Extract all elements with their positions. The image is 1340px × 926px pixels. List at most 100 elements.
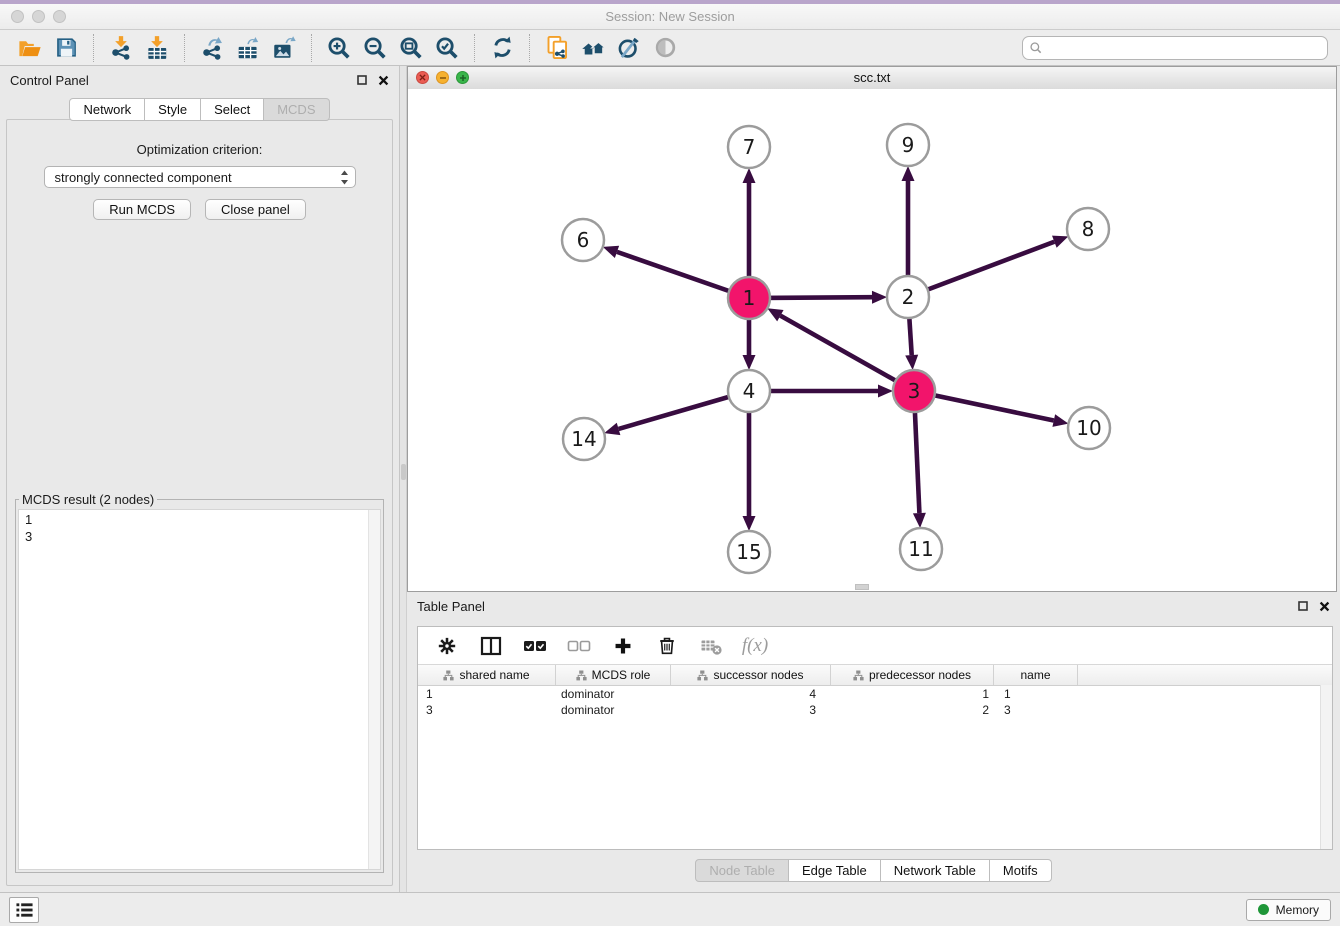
table-cell[interactable]: 1 [831, 687, 994, 701]
network-window-title: scc.txt [408, 70, 1336, 85]
canvas-resize-handle[interactable] [855, 584, 869, 590]
function-builder-icon[interactable]: f(x) [738, 631, 772, 661]
search-input[interactable] [1047, 39, 1321, 56]
tab-motifs[interactable]: Motifs [990, 859, 1052, 882]
result-scrollbar[interactable] [368, 510, 380, 869]
table-panel-header: Table Panel [407, 592, 1340, 620]
export-image-icon[interactable] [266, 32, 302, 64]
deselect-all-columns-icon[interactable] [562, 631, 596, 661]
float-table-panel-icon[interactable] [1298, 601, 1308, 611]
tab-select[interactable]: Select [201, 98, 264, 121]
table-cell[interactable]: 3 [418, 703, 556, 717]
select-all-columns-icon[interactable] [518, 631, 552, 661]
column-header-label: shared name [459, 668, 529, 682]
column-header-name[interactable]: name [994, 665, 1078, 685]
network-window-titlebar[interactable]: scc.txt [408, 67, 1336, 90]
table-cell[interactable]: dominator [556, 703, 671, 717]
graph-node-label-4: 4 [743, 379, 756, 403]
dropdown-chevrons-icon [340, 170, 349, 185]
table-cell[interactable]: 1 [418, 687, 556, 701]
table-cell[interactable]: 4 [671, 687, 831, 701]
tab-edge-table[interactable]: Edge Table [789, 859, 881, 882]
column-header-mcds-role[interactable]: MCDS role [556, 665, 671, 685]
column-header-predecessor-nodes[interactable]: predecessor nodes [831, 665, 994, 685]
search-field[interactable] [1022, 36, 1328, 60]
run-mcds-button[interactable]: Run MCDS [93, 199, 191, 220]
float-panel-icon[interactable] [357, 75, 367, 85]
import-network-icon[interactable] [103, 32, 139, 64]
add-column-icon[interactable] [606, 631, 640, 661]
column-tree-icon [443, 670, 454, 681]
split-table-view-icon[interactable] [474, 631, 508, 661]
zoom-out-icon[interactable] [357, 32, 393, 64]
column-header-label: name [1020, 668, 1050, 682]
tab-network-table[interactable]: Network Table [881, 859, 990, 882]
tab-mcds[interactable]: MCDS [264, 98, 329, 121]
column-tree-icon [576, 670, 587, 681]
open-session-icon[interactable] [12, 32, 48, 64]
status-bar: Memory [0, 892, 1340, 926]
column-header-label: successor nodes [713, 668, 803, 682]
close-table-panel-icon[interactable] [1319, 601, 1330, 612]
table-rows: 1dominator4113dominator323 [418, 686, 1332, 718]
table-cell[interactable]: 3 [994, 703, 1078, 717]
task-history-button[interactable] [9, 897, 39, 923]
graph-node-label-6: 6 [577, 228, 590, 252]
toolbar-separator [311, 34, 312, 62]
column-tree-icon [697, 670, 708, 681]
panel-divider[interactable] [400, 66, 407, 892]
tab-node-table[interactable]: Node Table [695, 859, 789, 882]
table-row[interactable]: 3dominator323 [418, 702, 1332, 718]
graph-node-label-14: 14 [571, 427, 596, 451]
table-settings-icon[interactable] [430, 631, 464, 661]
table-cell[interactable]: 2 [831, 703, 994, 717]
panel-divider-handle[interactable] [401, 464, 406, 480]
graph-edge-3-1[interactable] [780, 316, 914, 391]
zoom-selected-icon[interactable] [429, 32, 465, 64]
apply-layout-icon[interactable] [484, 32, 520, 64]
table-scrollbar[interactable] [1320, 685, 1332, 849]
table-toolbar: f(x) [418, 627, 1332, 664]
column-header-label: predecessor nodes [869, 668, 971, 682]
criterion-dropdown-value: strongly connected component [55, 170, 340, 185]
network-graph: 7968124314101511 [408, 89, 1336, 591]
column-header-label: MCDS role [592, 668, 651, 682]
table-cell[interactable]: dominator [556, 687, 671, 701]
table-row[interactable]: 1dominator411 [418, 686, 1332, 702]
column-tree-icon [853, 670, 864, 681]
network-canvas[interactable]: 7968124314101511 [408, 89, 1336, 591]
close-panel-button[interactable]: Close panel [205, 199, 306, 220]
table-column-headers: shared name MCDS role successor nodes prede… [418, 664, 1332, 686]
app-titlebar: Session: New Session [0, 4, 1340, 30]
close-panel-icon[interactable] [378, 75, 389, 86]
table-cell[interactable]: 1 [994, 687, 1078, 701]
mcds-result-box: MCDS result (2 nodes) 1 3 [15, 492, 384, 873]
graph-node-label-15: 15 [736, 540, 761, 564]
birds-eye-view-icon[interactable] [647, 32, 683, 64]
delete-table-icon[interactable] [694, 631, 728, 661]
new-network-from-selection-icon[interactable] [539, 32, 575, 64]
import-table-icon[interactable] [139, 32, 175, 64]
memory-button[interactable]: Memory [1246, 899, 1331, 921]
graph-edge-2-8[interactable] [908, 242, 1054, 297]
delete-column-icon[interactable] [650, 631, 684, 661]
criterion-dropdown[interactable]: strongly connected component [44, 166, 356, 188]
graph-node-label-2: 2 [902, 285, 915, 309]
optimization-criterion-label: Optimization criterion: [7, 142, 392, 157]
save-session-icon[interactable] [48, 32, 84, 64]
network-overview-icon[interactable] [575, 32, 611, 64]
mcds-result-title: MCDS result (2 nodes) [19, 492, 157, 507]
graphics-details-icon[interactable] [611, 32, 647, 64]
tab-network[interactable]: Network [69, 98, 145, 121]
zoom-fit-icon[interactable] [393, 32, 429, 64]
export-table-icon[interactable] [230, 32, 266, 64]
export-network-icon[interactable] [194, 32, 230, 64]
column-header-shared-name[interactable]: shared name [418, 665, 556, 685]
column-header-successor-nodes[interactable]: successor nodes [671, 665, 831, 685]
table-panel-tabs: Node TableEdge TableNetwork TableMotifs [695, 859, 1051, 882]
graph-node-label-8: 8 [1082, 217, 1095, 241]
table-cell[interactable]: 3 [671, 703, 831, 717]
zoom-in-icon[interactable] [321, 32, 357, 64]
graph-node-label-10: 10 [1076, 416, 1101, 440]
tab-style[interactable]: Style [145, 98, 201, 121]
